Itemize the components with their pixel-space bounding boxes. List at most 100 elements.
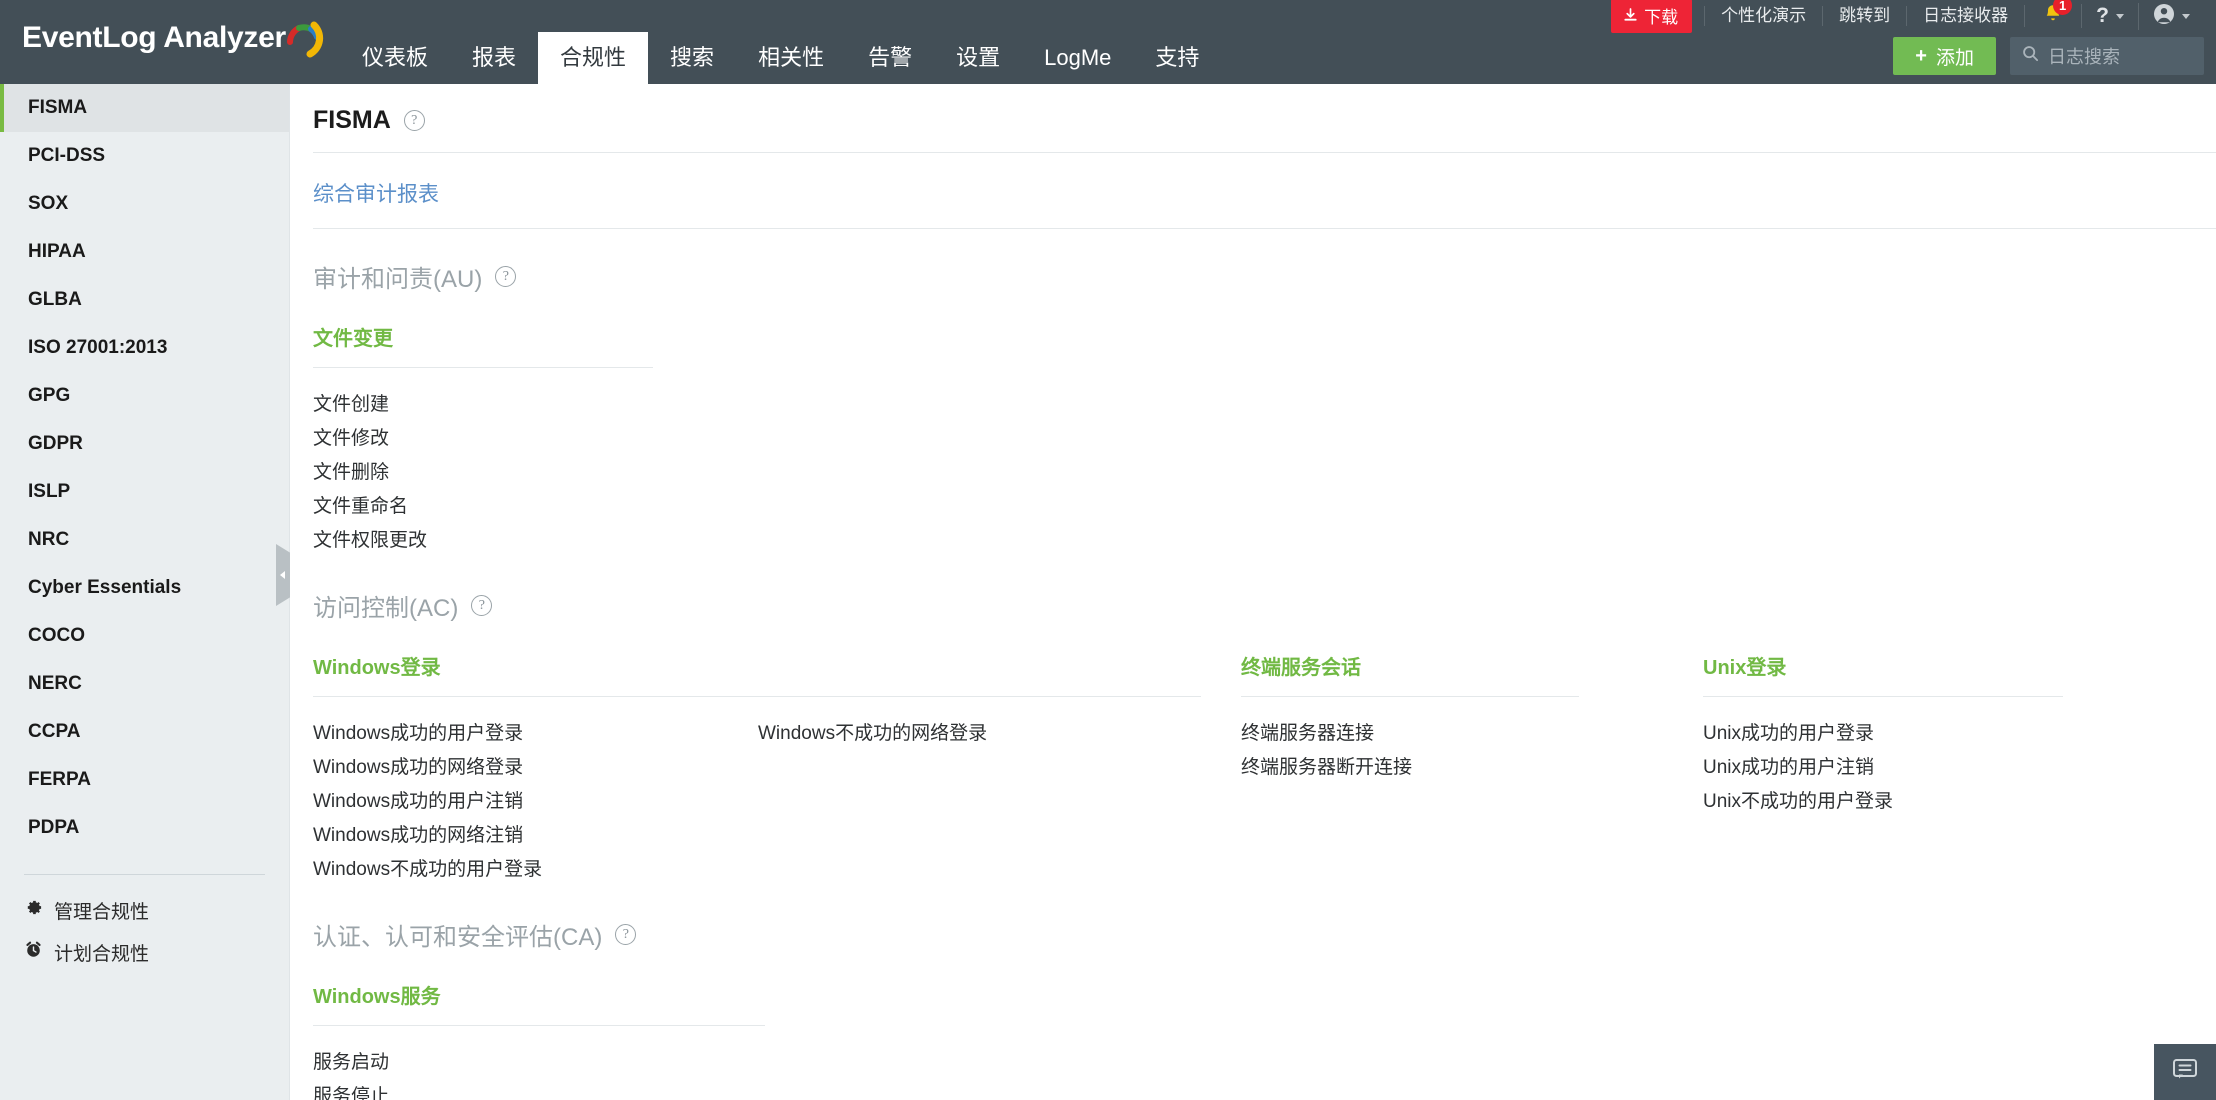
report-link[interactable]: 服务停止: [313, 1080, 758, 1100]
group-terminal-services-session: 终端服务会话 终端服务器连接 终端服务器断开连接: [1241, 651, 1703, 887]
tab-compliance[interactable]: 合规性: [538, 32, 649, 84]
report-link[interactable]: 文件重命名: [313, 490, 758, 524]
sidebar-item-nrc[interactable]: NRC: [0, 516, 289, 564]
section-help-icon[interactable]: ?: [471, 595, 493, 616]
report-link[interactable]: Windows不成功的用户登录: [313, 853, 758, 887]
gear-icon: [24, 898, 43, 923]
question-mark-icon: ?: [2096, 4, 2109, 27]
group-title: Windows服务: [313, 986, 441, 1008]
tab-dashboard[interactable]: 仪表板: [340, 32, 450, 84]
report-link[interactable]: Unix成功的用户登录: [1703, 717, 1893, 751]
jump-to-link[interactable]: 跳转到: [1822, 6, 1906, 26]
report-link[interactable]: Unix成功的用户注销: [1703, 751, 1893, 785]
sidebar-item-fisma[interactable]: FISMA: [0, 84, 289, 132]
report-link[interactable]: 服务启动: [313, 1046, 758, 1080]
manage-compliance-button[interactable]: 管理合规性: [0, 889, 289, 931]
sidebar-item-pdpa[interactable]: PDPA: [0, 804, 289, 852]
sidebar-item-cyber-essentials[interactable]: Cyber Essentials: [0, 564, 289, 612]
report-link[interactable]: Windows成功的网络登录: [313, 751, 758, 785]
report-link[interactable]: 文件权限更改: [313, 524, 758, 558]
sidebar-item-sox[interactable]: SOX: [0, 180, 289, 228]
notifications-button[interactable]: 1: [2024, 0, 2081, 27]
report-column-a: 终端服务器连接 终端服务器断开连接: [1241, 717, 1412, 785]
sidebar-item-ccpa[interactable]: CCPA: [0, 708, 289, 756]
section-header: 审计和问责(AU) ?: [313, 259, 2216, 294]
tab-search[interactable]: 搜索: [648, 32, 736, 84]
sidebar-item-gdpr[interactable]: GDPR: [0, 420, 289, 468]
top-header-bar: EventLog Analyzer 仪表板 报表 合规性 搜索 相关性 告警 设…: [0, 0, 2216, 84]
sidebar-item-nerc[interactable]: NERC: [0, 660, 289, 708]
report-column-a: 服务启动 服务停止 服务失败: [313, 1046, 758, 1100]
sidebar-item-coco[interactable]: COCO: [0, 612, 289, 660]
compliance-sidebar: FISMA PCI-DSS SOX HIPAA GLBA ISO 27001:2…: [0, 84, 290, 1100]
audit-link-divider: [313, 228, 2216, 229]
app-logo[interactable]: EventLog Analyzer: [22, 14, 324, 62]
group-title: Windows登录: [313, 657, 441, 679]
sidebar-item-gpg[interactable]: GPG: [0, 372, 289, 420]
report-link[interactable]: Windows不成功的网络登录: [758, 717, 987, 751]
download-icon: [1623, 8, 1638, 23]
schedule-compliance-label: 计划合规性: [54, 943, 150, 965]
group-report-list: Windows成功的用户登录 Windows成功的网络登录 Windows成功的…: [313, 717, 1241, 887]
sidebar-item-iso-27001[interactable]: ISO 27001:2013: [0, 324, 289, 372]
group-title: 文件变更: [313, 328, 393, 350]
report-link[interactable]: 终端服务器断开连接: [1241, 751, 1412, 785]
page-help-icon[interactable]: ?: [403, 110, 425, 131]
download-label: 下载: [1644, 8, 1679, 27]
section-columns: Windows服务 服务启动 服务停止 服务失败: [313, 980, 2216, 1100]
tab-correlation[interactable]: 相关性: [736, 32, 846, 84]
section-help-icon[interactable]: ?: [615, 924, 637, 945]
section-help-icon[interactable]: ?: [495, 266, 517, 287]
sidebar-bottom-actions: 管理合规性 计划合规性: [0, 875, 289, 973]
comprehensive-audit-report-link[interactable]: 综合审计报表: [313, 178, 2216, 208]
report-link[interactable]: 文件修改: [313, 422, 758, 456]
chat-support-button[interactable]: [2154, 1044, 2216, 1100]
section-columns: Windows登录 Windows成功的用户登录 Windows成功的网络登录 …: [313, 651, 2216, 887]
sidebar-item-ferpa[interactable]: FERPA: [0, 756, 289, 804]
report-link[interactable]: 文件创建: [313, 388, 758, 422]
tab-logme[interactable]: LogMe: [1022, 32, 1133, 84]
sidebar-item-hipaa[interactable]: HIPAA: [0, 228, 289, 276]
tab-support[interactable]: 支持: [1133, 32, 1221, 84]
help-menu-button[interactable]: ?: [2081, 4, 2138, 28]
sidebar-collapse-handle[interactable]: [276, 544, 290, 606]
download-button[interactable]: 下载: [1611, 0, 1693, 33]
main-nav-tabs: 仪表板 报表 合规性 搜索 相关性 告警 设置 LogMe 支持: [340, 32, 1221, 84]
section-title: 审计和问责(AU): [313, 266, 483, 293]
chat-bubble-icon: [2171, 1057, 2199, 1088]
log-receiver-link[interactable]: 日志接收器: [1906, 6, 2024, 26]
report-link[interactable]: 终端服务器连接: [1241, 717, 1412, 751]
tab-reports[interactable]: 报表: [450, 32, 538, 84]
tab-alerts[interactable]: 告警: [846, 32, 934, 84]
tab-settings[interactable]: 设置: [934, 32, 1022, 84]
schedule-compliance-button[interactable]: 计划合规性: [0, 931, 289, 973]
report-link[interactable]: 文件删除: [313, 456, 758, 490]
app-logo-text: EventLog Analyzer: [22, 21, 286, 54]
header-utility-row: 下载 个性化演示 跳转到 日志接收器 1 ?: [1611, 0, 2204, 33]
main-content: FISMA ? 综合审计报表 审计和问责(AU) ? 文件变更 文件创建 文件修…: [291, 84, 2216, 1100]
report-link[interactable]: Windows成功的网络注销: [313, 819, 758, 853]
logo-swirl-icon: [280, 16, 324, 60]
group-divider: [1241, 696, 1579, 697]
report-column-b: Windows不成功的网络登录: [758, 717, 987, 887]
log-search-box[interactable]: 日志搜索: [2010, 37, 2204, 75]
group-divider: [313, 1025, 765, 1026]
section-access-control: 访问控制(AC) ? Windows登录 Windows成功的用户登录 Wind…: [291, 588, 2216, 887]
alarm-clock-icon: [24, 940, 43, 965]
sidebar-item-islp[interactable]: ISLP: [0, 468, 289, 516]
add-button[interactable]: + 添加: [1893, 37, 1996, 75]
sidebar-item-glba[interactable]: GLBA: [0, 276, 289, 324]
report-link[interactable]: Windows成功的用户登录: [313, 717, 758, 751]
sidebar-item-pci-dss[interactable]: PCI-DSS: [0, 132, 289, 180]
report-column-a: Unix成功的用户登录 Unix成功的用户注销 Unix不成功的用户登录: [1703, 717, 1893, 819]
chevron-left-icon: [280, 571, 285, 579]
group-report-list: 终端服务器连接 终端服务器断开连接: [1241, 717, 1703, 785]
personalized-demo-link[interactable]: 个性化演示: [1704, 6, 1822, 26]
group-report-list: 文件创建 文件修改 文件删除 文件重命名 文件权限更改: [313, 388, 1241, 558]
group-file-changes: 文件变更 文件创建 文件修改 文件删除 文件重命名 文件权限更改: [313, 322, 1241, 558]
section-header: 认证、认可和安全评估(CA) ?: [313, 917, 2216, 952]
group-unix-logon: Unix登录 Unix成功的用户登录 Unix成功的用户注销 Unix不成功的用…: [1703, 651, 2123, 887]
report-link[interactable]: Windows成功的用户注销: [313, 785, 758, 819]
report-link[interactable]: Unix不成功的用户登录: [1703, 785, 1893, 819]
user-account-menu[interactable]: [2138, 2, 2204, 30]
